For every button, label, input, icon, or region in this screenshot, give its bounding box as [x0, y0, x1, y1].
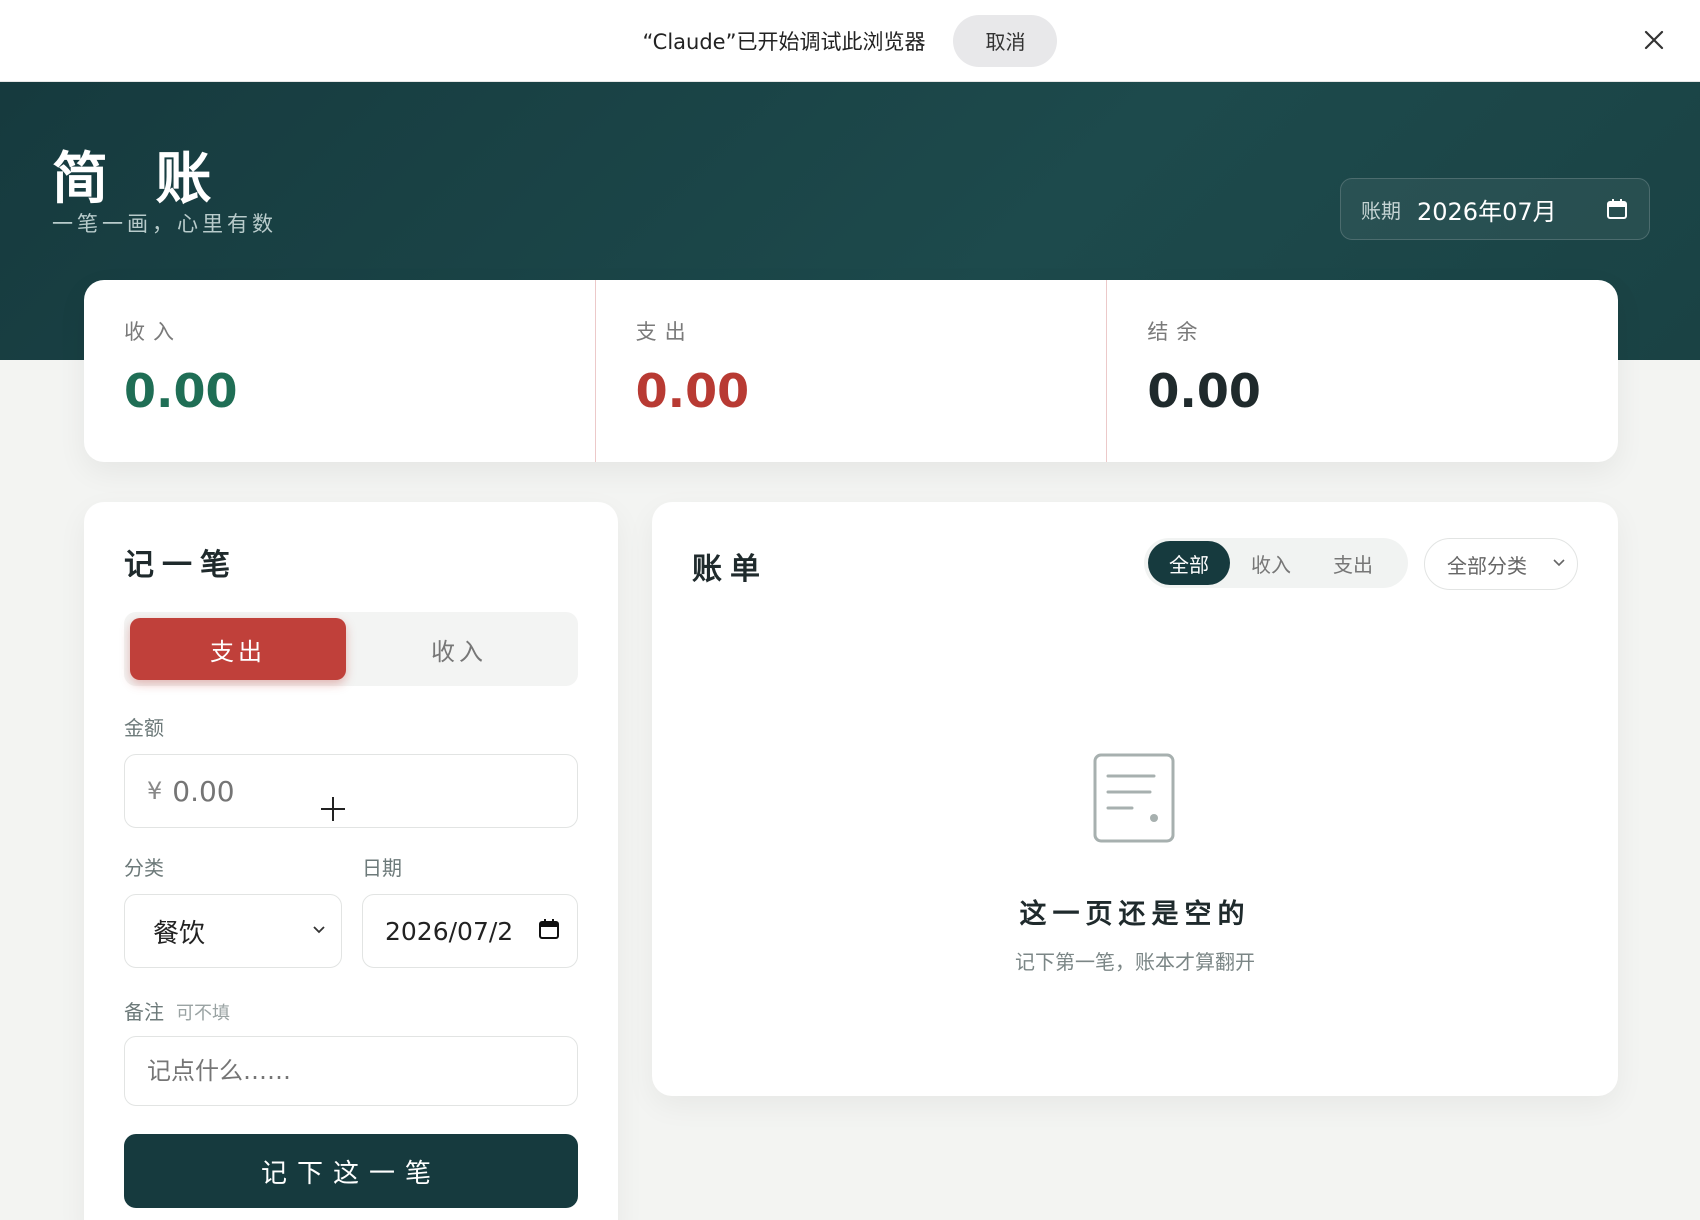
expense-summary: 支出 0.00	[594, 280, 1107, 462]
amount-field[interactable]: ¥	[124, 754, 578, 828]
add-record-card: 记一笔 支出 收入 金额 ¥ 分类 日期 餐饮 2026/07/2 备注可不填 …	[84, 502, 618, 1220]
chevron-down-icon	[311, 921, 327, 941]
category-select[interactable]: 餐饮	[124, 894, 342, 968]
summary-card: 收入 0.00 支出 0.00 结余 0.00	[84, 280, 1618, 462]
category-label: 分类	[124, 856, 164, 880]
bill-type-filter: 全部 收入 支出	[1144, 538, 1408, 588]
date-field[interactable]: 2026/07/2	[362, 894, 578, 968]
empty-state-title: 这一页还是空的	[1019, 899, 1251, 930]
amount-label: 金额	[124, 716, 164, 740]
date-label: 日期	[362, 856, 402, 880]
balance-summary: 结余 0.00	[1106, 280, 1618, 462]
note-label-row: 备注 可不填	[124, 996, 230, 1025]
calendar-icon[interactable]	[1605, 197, 1629, 221]
debug-message: “Claude”已开始调试此浏览器	[642, 29, 926, 54]
app-title: 简 账	[52, 146, 226, 212]
chevron-down-icon	[1551, 554, 1567, 574]
debug-banner: “Claude”已开始调试此浏览器 取消	[0, 0, 1700, 82]
date-value[interactable]: 2026/07/2	[385, 917, 525, 946]
expense-value: 0.00	[635, 364, 750, 418]
category-filter-select[interactable]: 全部分类	[1424, 538, 1578, 590]
income-summary: 收入 0.00	[84, 280, 595, 462]
app-subtitle: 一笔一画，心里有数	[52, 212, 277, 236]
income-type-button[interactable]: 收入	[346, 618, 572, 680]
balance-label: 结余	[1147, 320, 1206, 344]
category-value: 餐饮	[153, 918, 206, 949]
empty-document-icon	[1092, 752, 1176, 844]
expense-type-button[interactable]: 支出	[130, 618, 346, 680]
expense-label: 支出	[635, 320, 694, 344]
bills-title: 账单	[692, 552, 768, 587]
income-label: 收入	[124, 320, 182, 344]
cancel-debug-button[interactable]: 取消	[953, 14, 1058, 67]
category-filter-value: 全部分类	[1447, 553, 1527, 578]
filter-tab-income[interactable]: 收入	[1230, 541, 1312, 585]
filter-tab-all[interactable]: 全部	[1148, 541, 1230, 585]
submit-record-button[interactable]: 记下这一笔	[124, 1134, 578, 1208]
crosshair-cursor-icon	[320, 796, 346, 822]
period-value[interactable]: 2026年07月	[1417, 192, 1605, 227]
note-optional-hint: 可不填	[176, 1003, 230, 1024]
period-picker[interactable]: 账期 2026年07月	[1340, 178, 1650, 240]
note-label: 备注	[124, 1000, 164, 1024]
form-title: 记一笔	[124, 548, 238, 583]
balance-value: 0.00	[1147, 364, 1261, 418]
close-icon[interactable]	[1634, 20, 1674, 60]
income-value: 0.00	[124, 364, 238, 418]
note-input[interactable]	[147, 1057, 547, 1085]
period-label: 账期	[1361, 198, 1401, 223]
currency-prefix: ¥	[147, 777, 163, 805]
bills-card: 账单 全部 收入 支出 全部分类 这一页还是空的 记下第一笔，账本才算翻开	[652, 502, 1618, 1096]
note-field[interactable]	[124, 1036, 578, 1106]
empty-state-description: 记下第一笔，账本才算翻开	[1015, 950, 1255, 974]
calendar-icon[interactable]	[537, 917, 561, 945]
type-toggle: 支出 收入	[124, 612, 578, 686]
filter-tab-expense[interactable]: 支出	[1312, 541, 1394, 585]
